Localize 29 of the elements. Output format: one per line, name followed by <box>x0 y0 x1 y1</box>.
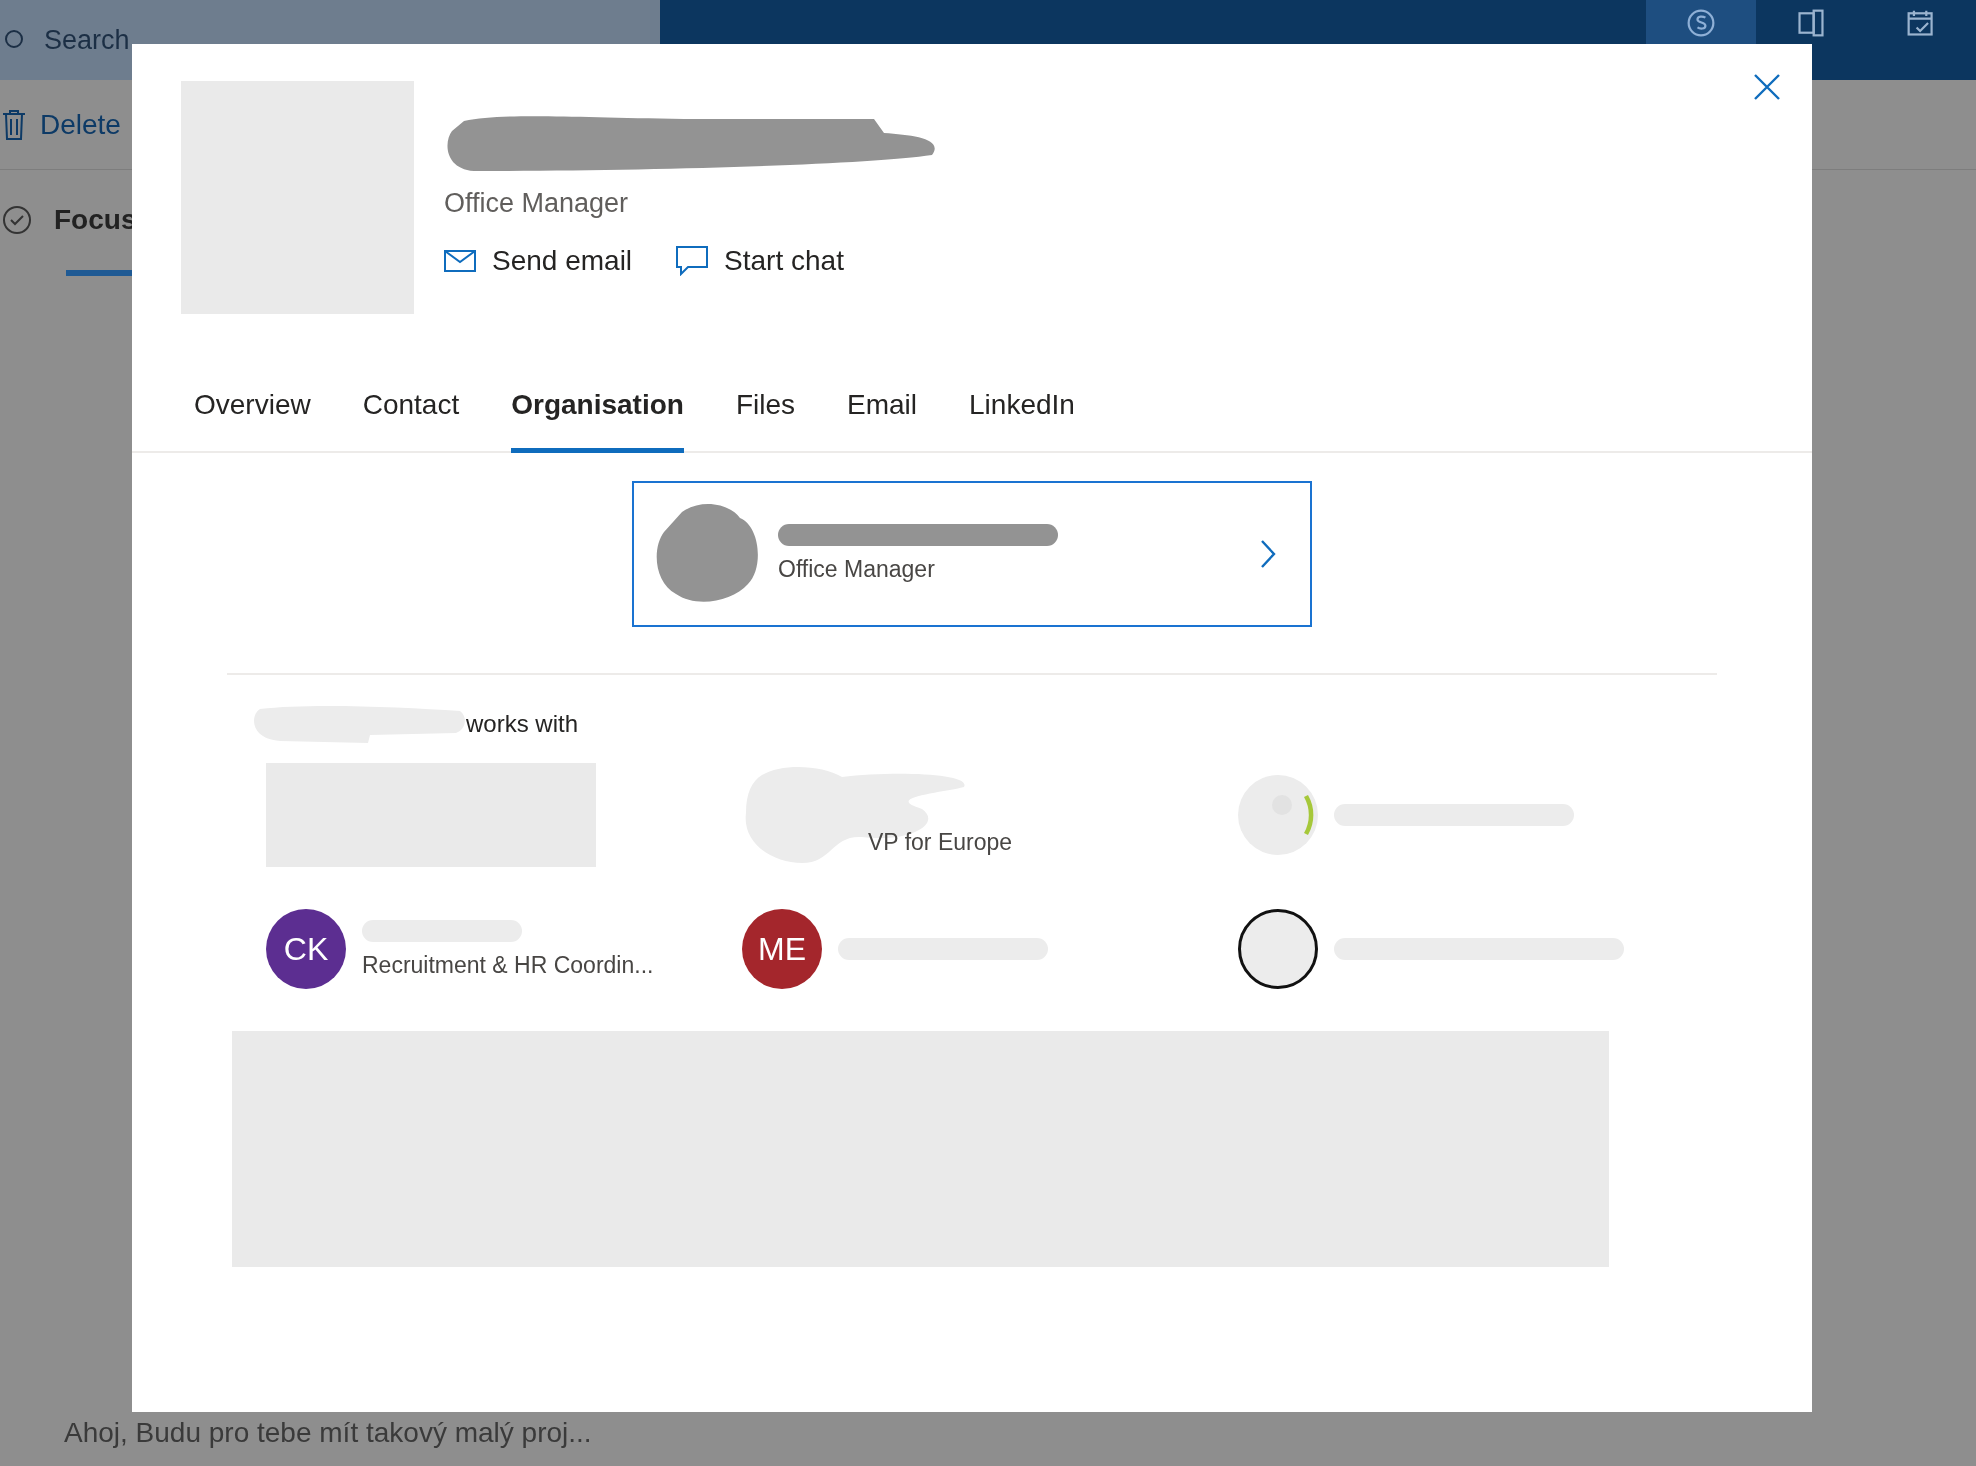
close-icon <box>1754 74 1780 100</box>
tab[interactable]: Email <box>847 366 918 453</box>
avatar: ME <box>742 909 822 989</box>
tab[interactable]: Overview <box>194 366 311 453</box>
tab[interactable]: Contact <box>362 366 460 453</box>
checkmark-circle-icon <box>2 205 32 235</box>
inbox-tab[interactable]: Focus <box>54 199 137 241</box>
job-title: VP for Europe <box>868 827 1013 857</box>
message-preview: Ahoj, Budu pro tebe mít takový malý proj... <box>64 1416 592 1450</box>
tab[interactable]: Organisation <box>511 366 684 453</box>
search-icon <box>4 29 26 51</box>
notebook-icon[interactable] <box>1796 8 1826 38</box>
works-with-label: works with <box>466 709 579 739</box>
start-chat-button[interactable]: Start chat <box>676 239 844 282</box>
manager-card[interactable]: Office Manager <box>632 481 1312 627</box>
delete-button[interactable]: Delete <box>40 103 121 146</box>
chevron-right-icon <box>1260 539 1276 569</box>
envelope-icon <box>444 249 476 272</box>
chat-app-icon[interactable] <box>1686 8 1716 38</box>
chat-bubble-icon <box>676 245 709 276</box>
calendar-check-icon[interactable] <box>1906 8 1936 38</box>
avatar: CK <box>266 909 346 989</box>
trash-icon <box>2 108 26 141</box>
tab[interactable]: Files <box>735 366 796 453</box>
job-title: Recruitment & HR Coordin... <box>362 950 654 980</box>
job-title: Office Manager <box>444 187 630 220</box>
tab[interactable]: LinkedIn <box>969 366 1075 453</box>
manager-title: Office Manager <box>778 554 936 584</box>
send-email-button[interactable]: Send email <box>444 239 633 282</box>
